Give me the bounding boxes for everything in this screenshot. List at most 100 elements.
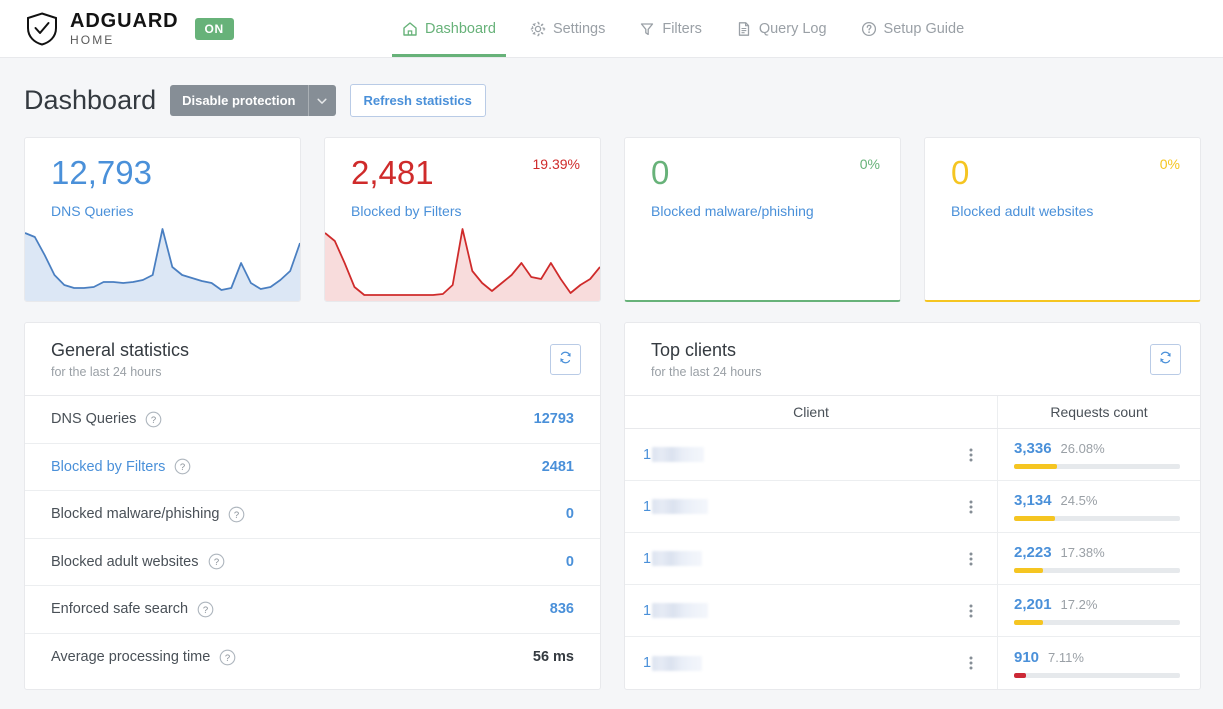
help-icon[interactable]: ? [145,411,162,428]
client-name-prefix: 1 [643,498,652,515]
adguard-shield-icon [26,11,58,46]
document-icon [736,21,752,37]
dns-queries-label[interactable]: DNS Queries [51,203,133,219]
general-stat-row-dns-queries: DNS Queries ? 12793 [25,396,600,444]
page-title: Dashboard [24,85,157,115]
client-name[interactable]: 1 [643,655,703,671]
top-clients-title: Top clients [651,340,737,360]
table-row: 1 2,201 17.2% [625,585,1200,637]
stat-card-blocked-by-filters: 2,481 19.39% Blocked by Filters [324,137,601,302]
kebab-menu-icon[interactable] [963,497,979,517]
blocked-filters-value: 2,481 [351,154,434,191]
general-stat-name: Blocked malware/phishing [51,506,220,523]
client-name[interactable]: 1 [643,447,705,463]
general-statistics-subtitle: for the last 24 hours [51,365,162,379]
top-clients-table-header: Client Requests count [625,396,1200,429]
requests-count-value[interactable]: 3,134 [1014,492,1052,509]
funnel-icon [639,21,655,37]
column-header-requests-count[interactable]: Requests count [998,396,1200,428]
client-name[interactable]: 1 [643,551,703,567]
client-name[interactable]: 1 [643,498,709,515]
nav-item-setup-guide[interactable]: Setup Guide [851,0,975,57]
kebab-menu-icon[interactable] [963,445,979,465]
nav-item-settings[interactable]: Settings [520,0,615,57]
top-clients-refresh-button[interactable] [1150,344,1181,375]
blocked-filters-percent: 19.39% [532,156,580,172]
top-header: ADGUARD HOME ON Dashboard Settings Filte… [0,0,1223,58]
blocked-adult-value: 0 [951,154,970,191]
protection-status-badge[interactable]: ON [194,17,234,40]
client-cell: 1 [625,637,998,689]
nav-label-dashboard: Dashboard [425,20,496,37]
kebab-menu-icon[interactable] [963,549,979,569]
help-icon[interactable]: ? [228,506,245,523]
general-stat-value: 12793 [533,411,574,428]
column-header-client[interactable]: Client [625,396,998,428]
nav-item-dashboard[interactable]: Dashboard [392,0,506,57]
general-stat-row-safe-search: Enforced safe search ? 836 [25,586,600,634]
panels-row: General statistics for the last 24 hours… [0,302,1223,690]
svg-text:?: ? [213,557,218,568]
brand-logo[interactable]: ADGUARD HOME [0,11,179,46]
requests-bar-fill [1014,620,1043,625]
nav-label-settings: Settings [552,20,606,37]
requests-count-value[interactable]: 2,223 [1014,544,1052,561]
disable-protection-button[interactable]: Disable protection [170,85,336,116]
help-icon[interactable]: ? [208,553,225,570]
help-icon[interactable]: ? [197,601,214,618]
table-row: 1 910 7.11% [625,637,1200,689]
refresh-statistics-button[interactable]: Refresh statistics [349,84,486,117]
requests-bar-fill [1014,464,1058,469]
redacted-client-name [652,655,703,671]
general-statistics-refresh-button[interactable] [550,344,581,375]
nav-item-filters[interactable]: Filters [629,0,711,57]
kebab-menu-icon[interactable] [963,601,979,621]
general-stat-value: 836 [549,601,574,618]
top-clients-header: Top clients for the last 24 hours [625,323,1200,396]
table-row: 1 3,134 24.5% [625,481,1200,533]
blocked-adult-label[interactable]: Blocked adult websites [951,203,1093,219]
general-stat-value: 2481 [541,458,574,475]
main-navigation: Dashboard Settings Filters Query Log Set… [392,0,988,57]
svg-text:?: ? [151,415,156,426]
blocked-filters-label[interactable]: Blocked by Filters [351,203,461,219]
table-row: 1 2,223 17.38% [625,533,1200,585]
svg-text:?: ? [180,462,185,473]
requests-count-value[interactable]: 3,336 [1014,440,1052,457]
client-cell: 1 [625,481,998,532]
requests-count-value[interactable]: 2,201 [1014,596,1052,613]
client-cell: 1 [625,429,998,480]
nav-label-setup-guide: Setup Guide [883,20,965,37]
general-statistics-header: General statistics for the last 24 hours [25,323,600,396]
requests-bar-fill [1014,516,1055,521]
blocked-filters-sparkline [325,225,600,301]
general-stat-row-blocked-by-filters: Blocked by Filters ? 2481 [25,444,600,491]
nav-item-query-log[interactable]: Query Log [726,0,837,57]
client-name[interactable]: 1 [643,602,709,619]
client-name-prefix: 1 [643,655,652,671]
client-name-prefix: 1 [643,602,652,619]
svg-text:?: ? [234,510,239,521]
redacted-client-name [652,447,705,462]
requests-bar-track [1014,568,1180,573]
client-cell: 1 [625,533,998,584]
refresh-icon [558,350,573,370]
chevron-down-icon[interactable] [307,85,336,116]
general-stat-name: DNS Queries [51,411,137,428]
general-stat-name: Enforced safe search [51,601,189,618]
blocked-malware-label[interactable]: Blocked malware/phishing [651,203,814,219]
gear-icon [530,21,546,37]
requests-count-value[interactable]: 910 [1014,649,1039,666]
nav-label-filters: Filters [662,20,702,37]
blocked-adult-percent: 0% [1159,156,1180,172]
top-clients-panel: Top clients for the last 24 hours Client… [624,322,1201,690]
question-circle-icon [861,21,877,37]
kebab-menu-icon[interactable] [963,653,979,673]
requests-count-percent: 26.08% [1060,441,1105,456]
requests-count-percent: 24.5% [1060,493,1098,508]
general-stat-value: 0 [565,553,574,570]
help-icon[interactable]: ? [219,649,236,666]
help-icon[interactable]: ? [174,458,191,475]
general-stat-name[interactable]: Blocked by Filters [51,459,165,475]
requests-bar-fill [1014,568,1043,573]
